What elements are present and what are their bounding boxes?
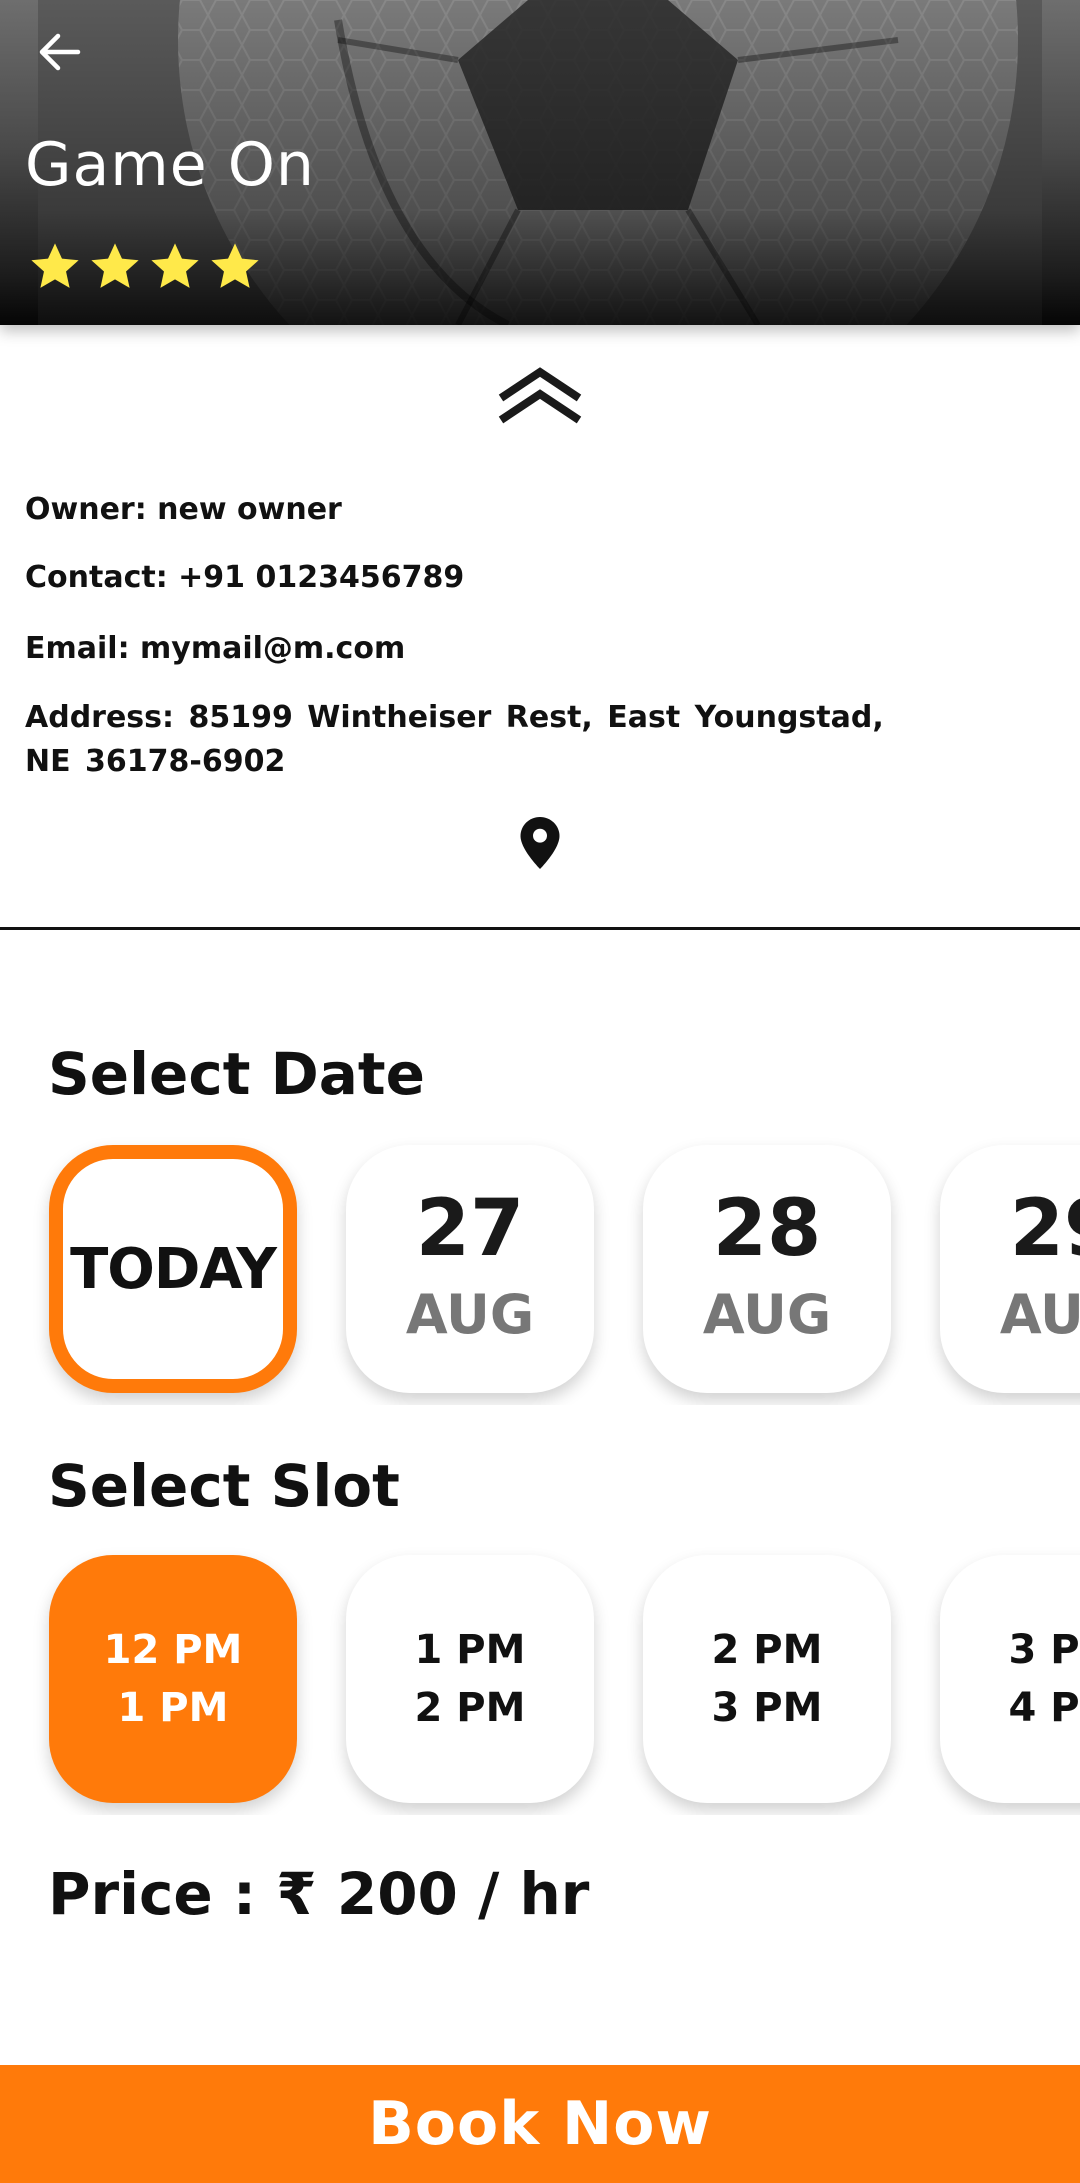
contact-text: Contact: +91 0123456789: [25, 560, 465, 595]
date-day: 28: [712, 1184, 822, 1274]
select-slot-heading: Select Slot: [48, 1452, 400, 1520]
slot-start: 2 PM: [711, 1627, 823, 1673]
slot-card[interactable]: 1 PM 2 PM: [346, 1555, 594, 1803]
slot-card[interactable]: 2 PM 3 PM: [643, 1555, 891, 1803]
date-list[interactable]: TODAY 27 AUG 28 AUG 29 AUG: [0, 1125, 1080, 1405]
star-icon: [91, 243, 139, 288]
slot-list[interactable]: 12 PM 1 PM 1 PM 2 PM 2 PM 3 PM 3 PM 4 PM: [0, 1535, 1080, 1815]
price-text: Price : ₹ 200 / hr: [48, 1860, 590, 1928]
slot-start: 1 PM: [414, 1627, 526, 1673]
section-divider: [0, 927, 1080, 930]
date-month: AUG: [702, 1283, 832, 1346]
date-today-label: TODAY: [70, 1236, 277, 1302]
chevron-double-up-icon: [497, 364, 583, 430]
book-now-label: Book Now: [368, 2089, 712, 2159]
select-date-heading: Select Date: [48, 1040, 425, 1108]
date-day: 29: [1009, 1184, 1080, 1274]
slot-card[interactable]: 3 PM 4 PM: [940, 1555, 1080, 1803]
date-month: AUG: [999, 1283, 1080, 1346]
star-icon: [151, 243, 199, 288]
slot-end: 1 PM: [117, 1685, 229, 1731]
book-now-button[interactable]: Book Now: [0, 2065, 1080, 2183]
star-icon: [31, 243, 79, 288]
address-text: Address: 85199 Wintheiser Rest, East You…: [25, 700, 884, 779]
date-day: 27: [415, 1184, 525, 1274]
star-icon: [211, 243, 259, 288]
date-month: AUG: [405, 1283, 535, 1346]
collapse-button[interactable]: [495, 362, 585, 432]
slot-card-selected[interactable]: 12 PM 1 PM: [49, 1555, 297, 1803]
location-button[interactable]: [515, 815, 565, 875]
slot-end: 2 PM: [414, 1685, 526, 1731]
slot-end: 3 PM: [711, 1685, 823, 1731]
email-text: Email: mymail@m.com: [25, 631, 406, 666]
date-card[interactable]: 27 AUG: [346, 1145, 594, 1393]
date-card[interactable]: 29 AUG: [940, 1145, 1080, 1393]
star-rating: [28, 240, 262, 294]
map-pin-icon: [520, 817, 560, 873]
header-banner: Game On: [0, 0, 1080, 325]
owner-text: Owner: new owner: [25, 492, 342, 527]
date-card[interactable]: 28 AUG: [643, 1145, 891, 1393]
slot-start: 12 PM: [103, 1627, 243, 1673]
slot-end: 4 PM: [1008, 1685, 1080, 1731]
date-card-today[interactable]: TODAY: [49, 1145, 297, 1393]
venue-title: Game On: [25, 130, 315, 200]
arrow-left-icon: [38, 30, 82, 78]
slot-start: 3 PM: [1008, 1627, 1080, 1673]
back-button[interactable]: [28, 22, 92, 86]
